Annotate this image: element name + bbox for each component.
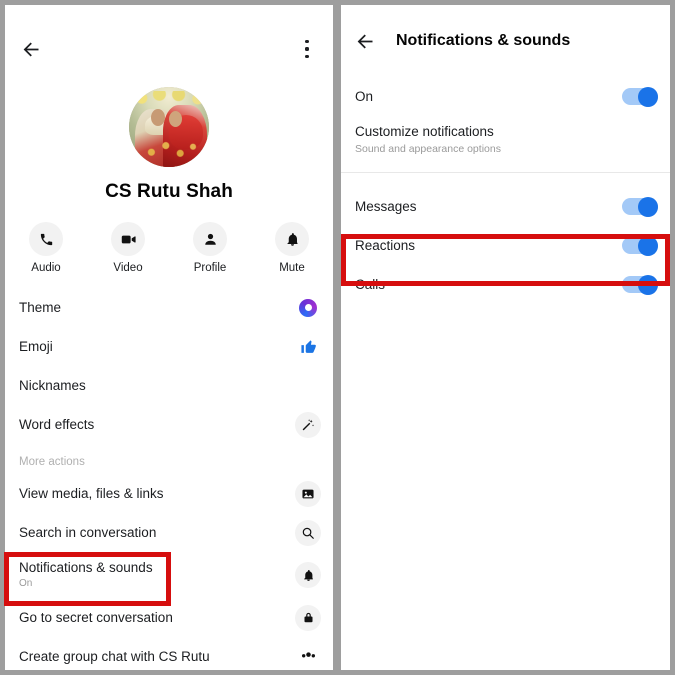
section-header-more-actions: More actions [19,456,85,468]
phone-icon [29,222,63,256]
row-sublabel: Sound and appearance options [355,142,501,155]
row-customize-notifications[interactable]: Customize notifications Sound and appear… [341,116,670,163]
list-item-label: Nicknames [19,377,86,393]
list-item-word-effects[interactable]: Word effects [5,405,333,444]
chat-details-panel: CS Rutu Shah Audio Video Profile Mute Th… [5,5,333,670]
person-icon [193,222,227,256]
list-item-secret-conversation[interactable]: Go to secret conversation [5,598,333,637]
toggle-messages[interactable] [622,196,658,217]
back-button[interactable] [15,33,47,65]
row-label: Customize notifications [355,123,494,139]
quick-action-label: Mute [279,262,305,274]
row-calls[interactable]: Calls [341,265,670,304]
search-icon[interactable] [295,519,321,546]
right-topbar: Notifications & sounds [341,5,670,77]
settings-list: Theme Emoji Nicknames Word effects More … [5,288,333,670]
video-camera-icon [111,222,145,256]
list-item-label: Go to secret conversation [19,609,173,625]
list-item-label: Word effects [19,416,95,432]
more-vertical-icon [305,40,309,58]
overflow-menu-button[interactable] [293,33,321,65]
page-title: Notifications & sounds [396,32,571,49]
list-item-nicknames[interactable]: Nicknames [5,366,333,405]
row-label: Calls [355,276,386,292]
quick-action-audio[interactable]: Audio [17,222,75,274]
avatar[interactable] [129,87,209,167]
left-topbar [5,5,333,65]
notifications-sounds-panel: Notifications & sounds On Customize noti… [341,5,670,670]
list-item-view-media[interactable]: View media, files & links [5,474,333,513]
row-label: Messages [355,198,417,214]
page-title: CS Rutu Shah [105,181,233,202]
quick-action-label: Profile [193,262,227,274]
quick-actions-row: Audio Video Profile Mute [5,222,333,274]
list-item-label: View media, files & links [19,485,164,501]
section-divider [341,172,670,173]
avatar-container [5,87,333,167]
arrow-left-icon [23,42,38,56]
list-item-search-conversation[interactable]: Search in conversation [5,513,333,552]
people-icon[interactable] [295,644,321,670]
image-icon[interactable] [295,480,321,507]
list-item-emoji[interactable]: Emoji [5,327,333,366]
toggle-notifications-on[interactable] [622,86,658,107]
toggle-calls[interactable] [622,274,658,295]
lock-icon[interactable] [295,604,321,631]
back-button[interactable] [353,29,377,53]
screenshot-root: CS Rutu Shah Audio Video Profile Mute Th… [0,0,675,675]
quick-action-mute[interactable]: Mute [263,222,321,274]
list-item-label: Emoji [19,338,53,354]
arrow-left-icon [357,34,372,48]
quick-action-video[interactable]: Video [99,222,157,274]
list-item-notifications-sounds[interactable]: Notifications & sounds On [5,552,333,598]
row-notifications-on[interactable]: On [341,77,670,116]
quick-action-label: Video [113,262,143,274]
bell-icon[interactable] [295,562,321,588]
list-item-create-group-chat[interactable]: Create group chat with CS Rutu [5,637,333,670]
row-reactions[interactable]: Reactions [341,226,670,265]
bell-icon [275,222,309,256]
thumbs-up-icon[interactable] [295,334,321,360]
row-label: On [355,88,374,104]
list-item-label: Theme [19,299,62,315]
row-label: Reactions [355,237,416,253]
list-item-label: Search in conversation [19,524,157,540]
toggle-reactions[interactable] [622,235,658,256]
list-item-label: Notifications & sounds [19,560,153,575]
quick-action-label: Audio [31,262,61,274]
magic-wand-icon[interactable] [295,411,321,438]
list-item-label: Create group chat with CS Rutu [19,648,210,664]
quick-action-profile[interactable]: Profile [181,222,239,274]
list-item-sublabel: On [19,578,33,589]
theme-color-ring-icon[interactable] [295,295,321,321]
list-item-theme[interactable]: Theme [5,288,333,327]
row-messages[interactable]: Messages [341,187,670,226]
